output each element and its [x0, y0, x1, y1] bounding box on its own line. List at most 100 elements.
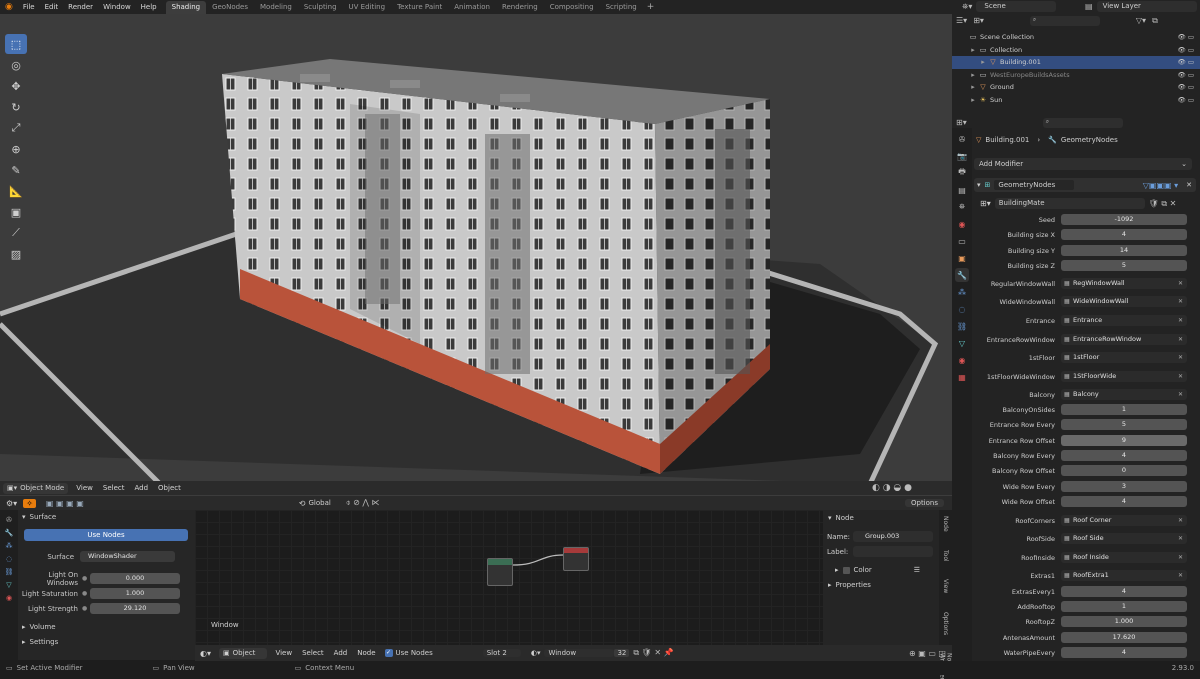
- outliner-row[interactable]: ▭ Scene Collection 👁 ▭: [952, 31, 1200, 44]
- surface-section[interactable]: ▾ Surface: [22, 513, 56, 521]
- add-cube-icon[interactable]: ▣: [5, 202, 27, 222]
- node-menu-add[interactable]: Add: [329, 649, 353, 657]
- snap-icons[interactable]: ⌽ ⊘ ⋀ ⋉: [331, 498, 380, 508]
- object-field[interactable]: 1StFloorWide: [1061, 371, 1187, 382]
- node-menu-select[interactable]: Select: [297, 649, 329, 657]
- object-field[interactable]: Roof Corner: [1061, 515, 1187, 526]
- viewport-menu-select[interactable]: Select: [98, 484, 130, 492]
- color-checkbox[interactable]: [842, 566, 850, 574]
- constraint-tab-icon[interactable]: ⛓: [955, 319, 969, 333]
- object-field[interactable]: Balcony: [1061, 389, 1187, 400]
- view-layer-tab-icon[interactable]: ▤: [955, 183, 969, 197]
- scene-tab-icon[interactable]: ⛯: [955, 200, 969, 214]
- workspace-tab[interactable]: Scripting: [600, 1, 643, 14]
- number-field[interactable]: 5: [1061, 419, 1187, 430]
- modifier-header[interactable]: ▾ ⊞ GeometryNodes ▽▣▣▣ ▾ ✕: [974, 178, 1196, 192]
- object-field[interactable]: Roof Side: [1061, 533, 1187, 544]
- number-field[interactable]: 14: [1061, 245, 1187, 256]
- shader-input-field[interactable]: 1.000: [90, 588, 180, 599]
- material-tab-icon[interactable]: ◉: [955, 353, 969, 367]
- node-group-row[interactable]: ⊞▾ BuildingMate 🛡 ⧉ ✕: [980, 197, 1194, 210]
- sidebar-tab[interactable]: Node: [942, 516, 949, 532]
- workspace-tab[interactable]: Texture Paint: [391, 1, 448, 14]
- particles-tab-icon[interactable]: ⁂: [955, 285, 969, 299]
- outliner-row[interactable]: ▸ ▽ Building.001 👁 ▭: [952, 56, 1200, 69]
- add-workspace-icon[interactable]: +: [643, 2, 655, 12]
- number-field[interactable]: 0: [1061, 465, 1187, 476]
- output-tab-icon[interactable]: 🖶: [955, 166, 969, 180]
- tool-icon[interactable]: ✧: [23, 498, 36, 508]
- object-field[interactable]: WideWindowWall: [1061, 296, 1187, 307]
- gizmo-icon[interactable]: ◐ ◑ ◒ ●: [872, 483, 912, 493]
- workspace-tab[interactable]: UV Editing: [343, 1, 392, 14]
- viewport-menu-view[interactable]: View: [71, 484, 98, 492]
- expand-icon[interactable]: ▸: [968, 96, 978, 104]
- blender-logo-icon[interactable]: ◉: [0, 2, 18, 12]
- list-icon[interactable]: ☰: [914, 566, 920, 574]
- number-field[interactable]: 1: [1061, 601, 1187, 612]
- select-box-icon[interactable]: ⬚: [5, 34, 27, 54]
- menu-window[interactable]: Window: [98, 3, 136, 11]
- wrench-tab-icon[interactable]: 🔧: [5, 529, 14, 537]
- object-field[interactable]: RoofExtra1: [1061, 570, 1187, 581]
- properties-search[interactable]: ⌕: [1042, 118, 1123, 128]
- scene-selector[interactable]: ⛯▾ Scene: [962, 1, 1057, 12]
- menu-edit[interactable]: Edit: [40, 3, 64, 11]
- texture-tab-icon[interactable]: ▦: [955, 370, 969, 384]
- options-button[interactable]: Options: [904, 499, 944, 507]
- workspace-tab[interactable]: Rendering: [496, 1, 544, 14]
- node-menu-node[interactable]: Node: [352, 649, 380, 657]
- number-field[interactable]: 4: [1061, 450, 1187, 461]
- outliner-row[interactable]: ▸ ▽ Ground 👁 ▭: [952, 81, 1200, 94]
- outliner-row[interactable]: ▸ ▭ WestEuropeBuildsAssets 👁 ▭: [952, 69, 1200, 82]
- constraint-tab-icon[interactable]: ⛓: [5, 568, 14, 576]
- number-field[interactable]: 1.000: [1061, 616, 1187, 627]
- add-modifier-dropdown[interactable]: Add Modifier ⌄: [974, 158, 1192, 170]
- sidebar-tab[interactable]: Tool: [942, 550, 949, 562]
- orientation-dropdown[interactable]: Global: [305, 499, 330, 507]
- object-field[interactable]: EntranceRowWindow: [1061, 334, 1187, 345]
- editor-type-icon[interactable]: ⊞▾: [956, 118, 967, 128]
- outliner-row[interactable]: ▸ ▭ Collection 👁 ▭: [952, 44, 1200, 57]
- data-tab-icon[interactable]: ▽: [6, 581, 11, 589]
- select-mode-icons[interactable]: ▣ ▣ ▣ ▣: [36, 499, 84, 508]
- surface-shader-field[interactable]: WindowShader: [80, 551, 175, 562]
- menu-help[interactable]: Help: [136, 3, 162, 11]
- node-section[interactable]: ▾ Node: [828, 514, 854, 522]
- view-layer-selector[interactable]: ▤ View Layer: [1085, 1, 1197, 12]
- object-field[interactable]: Roof Inside: [1061, 552, 1187, 563]
- modifier-tab-icon[interactable]: 🔧: [955, 268, 969, 282]
- filter-icon[interactable]: ▽▾: [1136, 16, 1146, 26]
- node-name-field[interactable]: Group.003: [853, 531, 933, 542]
- workspace-tab[interactable]: Modeling: [254, 1, 298, 14]
- node-menu-view[interactable]: View: [270, 649, 297, 657]
- render-tab-icon[interactable]: 📷: [955, 149, 969, 163]
- view-layer-name[interactable]: View Layer: [1096, 1, 1197, 12]
- number-field[interactable]: -1092: [1061, 214, 1187, 225]
- outliner-search[interactable]: ⌕: [1029, 16, 1100, 26]
- cursor-icon[interactable]: ◎: [5, 55, 27, 75]
- particles-tab-icon[interactable]: ⁂: [6, 542, 13, 550]
- material-field[interactable]: Window: [544, 649, 615, 657]
- sidebar-tab[interactable]: Options: [942, 612, 949, 635]
- expand-icon[interactable]: ▸: [968, 71, 978, 79]
- new-collection-icon[interactable]: ⧉: [1152, 16, 1158, 26]
- tool-tab-icon[interactable]: ✇: [955, 132, 969, 146]
- scene-name[interactable]: Scene: [976, 1, 1057, 12]
- properties-section[interactable]: ▸ Properties: [828, 581, 871, 589]
- slot-dropdown[interactable]: Slot 2: [482, 649, 521, 657]
- number-field[interactable]: 4: [1061, 496, 1187, 507]
- viewport-menu-add[interactable]: Add: [129, 484, 153, 492]
- color-row[interactable]: ▸ Color ☰: [835, 566, 920, 574]
- add-image-icon[interactable]: ▨: [5, 244, 27, 264]
- shader-input-field[interactable]: 0.000: [90, 573, 180, 584]
- visibility-icon[interactable]: 👁 ▭: [1178, 96, 1194, 104]
- object-type-dropdown[interactable]: ▣ Object: [219, 647, 268, 659]
- material-actions-icons[interactable]: ⧉ 🛡 ✕ 📌: [629, 648, 673, 658]
- number-field[interactable]: 1: [1061, 404, 1187, 415]
- number-field[interactable]: 4: [1061, 586, 1187, 597]
- 3d-viewport[interactable]: ⬚ ◎ ✥ ↻ ⤢ ⊕ ✎ 📐 ▣ ⟋ ▨: [0, 14, 952, 496]
- settings-section[interactable]: ▸ Settings: [22, 638, 58, 646]
- workspace-tab[interactable]: GeoNodes: [206, 1, 254, 14]
- move-icon[interactable]: ✥: [5, 76, 27, 96]
